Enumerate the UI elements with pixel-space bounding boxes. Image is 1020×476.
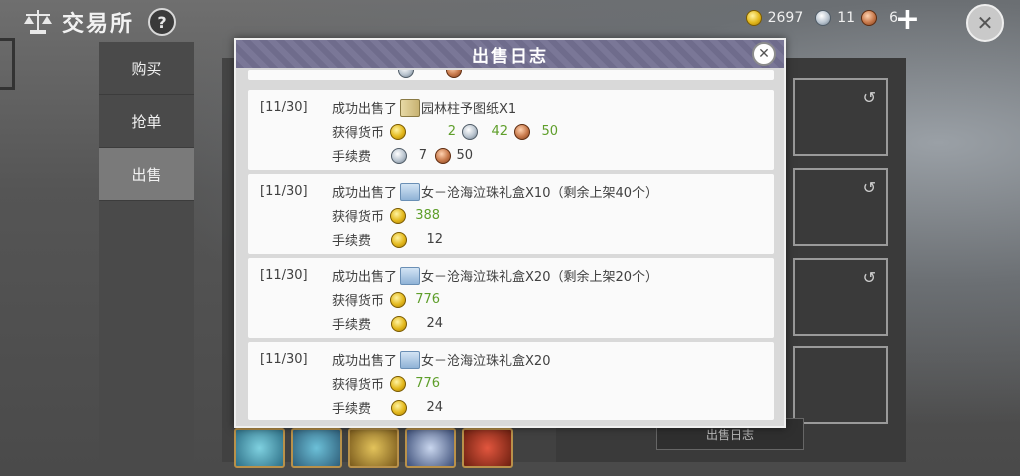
list-item: [11/30] 成功出售了 女－沧海泣珠礼盒X10（剩余上架40个） 获得货币 … <box>248 174 774 254</box>
entry-date: [11/30] <box>260 184 308 199</box>
silver-amount: 11 <box>837 10 856 26</box>
entry-date: [11/30] <box>260 268 308 283</box>
entry-action: 成功出售了 <box>332 186 398 201</box>
sell-slot[interactable]: ↺ <box>793 78 888 156</box>
sidebar-item-label: 抢单 <box>131 112 162 131</box>
fee-gold: 12 <box>426 232 444 247</box>
fee-label: 手续费 <box>332 150 372 165</box>
gold-coin-icon <box>745 10 762 26</box>
silver-coin-icon <box>391 147 408 164</box>
inventory-item[interactable] <box>462 428 513 468</box>
sale-log-list[interactable]: [11/30] 成功出售了 园林柱予图纸X1 获得货币 2 42 50 手续费 … <box>248 70 774 420</box>
help-icon: ? <box>157 12 167 32</box>
bronze-coin-icon <box>435 147 452 164</box>
dialog-header: 出售日志 ✕ <box>236 40 784 68</box>
page-title: 交易所 <box>62 12 135 37</box>
close-exchange-button[interactable]: ✕ <box>966 4 1004 42</box>
currency-bar: 2697 11 6 <box>745 10 898 26</box>
top-bar: 交易所 ? 2697 11 6 + ✕ <box>0 0 1020 42</box>
earned-silver: 42 <box>491 124 509 139</box>
sidebar-item-buy[interactable]: 购买 <box>99 42 194 95</box>
dialog-title: 出售日志 <box>472 46 548 67</box>
entry-action: 成功出售了 <box>332 102 398 117</box>
earned-gold: 776 <box>415 292 441 307</box>
entry-date: [11/30] <box>260 100 308 115</box>
entry-item: 园林柱予图纸X1 <box>421 102 517 117</box>
fee-silver: 7 <box>418 148 428 163</box>
entry-item: 女－沧海泣珠礼盒X20（剩余上架20个） <box>421 270 659 285</box>
help-button[interactable]: ? <box>148 8 177 36</box>
gift-box-icon <box>400 350 421 369</box>
fee-bronze: 50 <box>456 148 474 163</box>
dialog-close-button[interactable]: ✕ <box>752 42 776 66</box>
fee-label: 手续费 <box>332 234 372 249</box>
earned-label: 获得货币 <box>332 210 385 225</box>
title-group: 交易所 ? <box>22 6 177 38</box>
sell-slot[interactable] <box>793 346 888 424</box>
blueprint-icon <box>400 98 421 117</box>
fee-label: 手续费 <box>332 318 372 333</box>
gold-coin-icon <box>390 123 407 140</box>
list-item <box>248 70 774 80</box>
earned-label: 获得货币 <box>332 126 385 141</box>
silver-coin-icon <box>398 70 414 78</box>
gold-coin-icon <box>390 291 407 308</box>
close-icon: ✕ <box>976 11 994 35</box>
entry-item: 女－沧海泣珠礼盒X20 <box>421 354 551 369</box>
earned-gold: 2 <box>447 124 457 139</box>
gift-box-icon <box>400 266 421 285</box>
sidebar-item-label: 购买 <box>131 59 162 78</box>
silver-coin-icon <box>815 10 832 26</box>
gold-coin-icon <box>391 231 408 248</box>
bronze-coin-icon <box>446 70 462 78</box>
entry-item: 女－沧海泣珠礼盒X10（剩余上架40个） <box>421 186 659 201</box>
gold-coin-icon <box>391 315 408 332</box>
refresh-icon[interactable]: ↺ <box>863 268 876 287</box>
inventory-item[interactable] <box>234 428 285 468</box>
fee-gold: 24 <box>426 316 444 331</box>
side-tab-handle[interactable] <box>0 38 15 90</box>
gold-amount: 2697 <box>767 10 804 26</box>
inventory-item[interactable] <box>291 428 342 468</box>
bronze-coin-icon <box>861 10 878 26</box>
inventory-row <box>234 428 513 468</box>
sidebar: 购买 抢单 出售 <box>99 42 194 462</box>
earned-gold: 388 <box>415 208 441 223</box>
list-item: [11/30] 成功出售了 女－沧海泣珠礼盒X20 获得货币 776 手续费 2… <box>248 342 774 420</box>
close-icon: ✕ <box>758 46 770 62</box>
entry-date: [11/30] <box>260 352 308 367</box>
earned-gold: 776 <box>415 376 441 391</box>
sell-slot[interactable]: ↺ <box>793 258 888 336</box>
earned-bronze: 50 <box>541 124 559 139</box>
fee-gold: 24 <box>426 400 444 415</box>
sidebar-item-grab-order[interactable]: 抢单 <box>99 95 194 148</box>
gold-coin-icon <box>390 207 407 224</box>
fee-label: 手续费 <box>332 402 372 417</box>
sell-slot[interactable]: ↺ <box>793 168 888 246</box>
earned-label: 获得货币 <box>332 378 385 393</box>
entry-action: 成功出售了 <box>332 270 398 285</box>
list-item: [11/30] 成功出售了 园林柱予图纸X1 获得货币 2 42 50 手续费 … <box>248 90 774 170</box>
plus-icon: + <box>894 2 920 37</box>
gold-coin-icon <box>391 399 408 416</box>
gold-coin-icon <box>390 375 407 392</box>
gift-box-icon <box>400 182 421 201</box>
refresh-icon[interactable]: ↺ <box>863 178 876 197</box>
sidebar-item-sell[interactable]: 出售 <box>99 148 194 201</box>
entry-action: 成功出售了 <box>332 354 398 369</box>
add-currency-button[interactable]: + <box>895 5 920 35</box>
bronze-coin-icon <box>514 123 531 140</box>
inventory-item[interactable] <box>405 428 456 468</box>
sale-log-dialog: 出售日志 ✕ [11/30] 成功出售了 园林柱予图纸X1 获得货币 2 42 <box>234 38 786 428</box>
list-item: [11/30] 成功出售了 女－沧海泣珠礼盒X20（剩余上架20个） 获得货币 … <box>248 258 774 338</box>
refresh-icon[interactable]: ↺ <box>863 88 876 107</box>
sidebar-item-label: 出售 <box>131 165 162 184</box>
inventory-item[interactable] <box>348 428 399 468</box>
silver-coin-icon <box>462 123 479 140</box>
scale-icon <box>24 10 52 34</box>
earned-label: 获得货币 <box>332 294 385 309</box>
